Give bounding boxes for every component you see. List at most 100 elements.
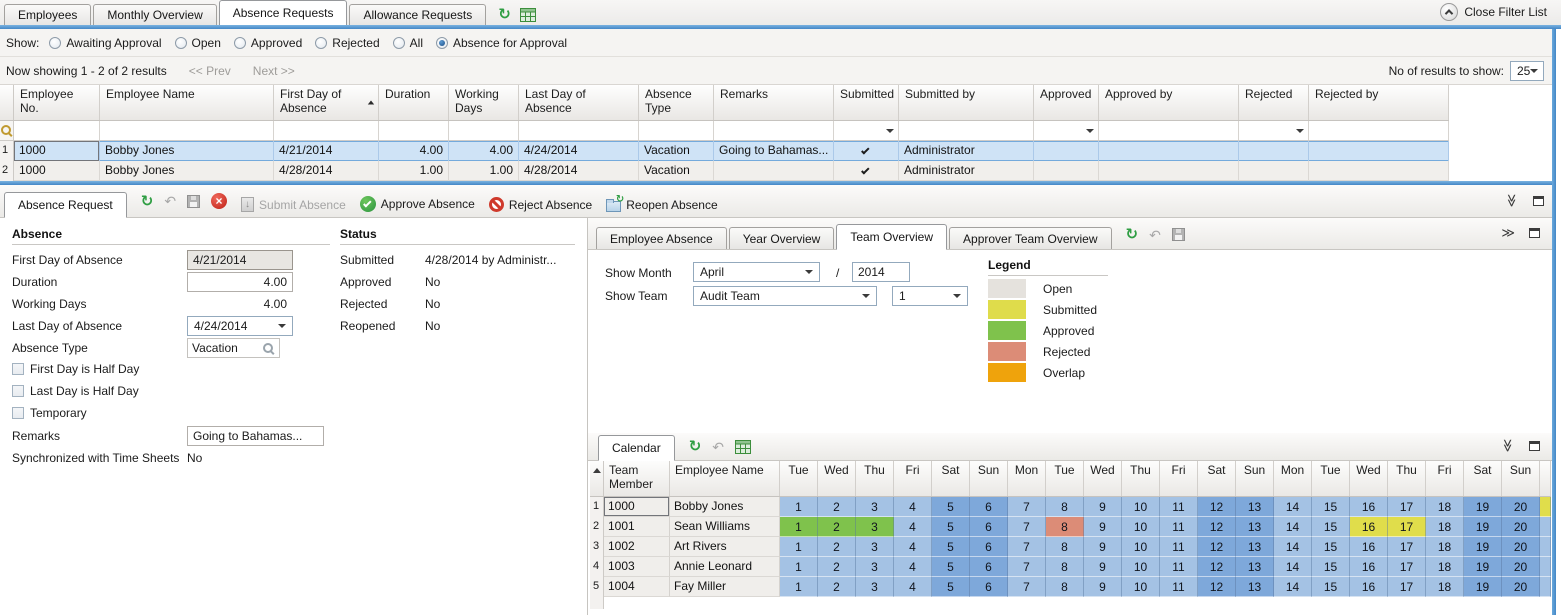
- close-filter-list-button[interactable]: Close Filter List: [1440, 3, 1547, 21]
- refresh-icon[interactable]: ↻: [689, 439, 702, 454]
- grid-view-icon[interactable]: [520, 8, 536, 22]
- column-header-employee-no[interactable]: Employee No.: [14, 85, 100, 120]
- field-absence-type[interactable]: Vacation: [187, 338, 280, 358]
- calendar-row[interactable]: 31002Art Rivers1234567891011121314151617…: [590, 537, 1551, 557]
- filter-cell-working-days[interactable]: [449, 121, 519, 140]
- column-header-team-member[interactable]: Team Member: [604, 461, 670, 496]
- prev-page-link[interactable]: << Prev: [189, 64, 231, 78]
- filter-cell-employee-name[interactable]: [100, 121, 274, 140]
- column-header-submitted[interactable]: Submitted: [834, 85, 899, 120]
- column-header-submitted-by[interactable]: Submitted by: [899, 85, 1034, 120]
- tab-allowance-requests[interactable]: Allowance Requests: [349, 4, 486, 25]
- expand-panel-icon[interactable]: ≫: [1501, 226, 1515, 239]
- day-cell: 9: [1084, 497, 1122, 517]
- show-month-select[interactable]: April: [693, 262, 820, 282]
- calendar-row[interactable]: 41003Annie Leonard1234567891011121314151…: [590, 557, 1551, 577]
- refresh-icon[interactable]: ↻: [498, 7, 511, 22]
- collapse-panel-icon[interactable]: ≫: [1502, 439, 1515, 453]
- calendar-row[interactable]: 51004Fay Miller1234567891011121314151617…: [590, 577, 1551, 597]
- tab-team-overview[interactable]: Team Overview: [836, 224, 947, 250]
- field-last-day-of-absence[interactable]: 4/24/2014: [187, 316, 293, 336]
- column-header-first-day-of-absence[interactable]: First Day of Absence: [274, 85, 379, 120]
- column-header-employee-name[interactable]: Employee Name: [100, 85, 274, 120]
- delete-icon[interactable]: ×: [211, 193, 227, 209]
- filter-cell-approved[interactable]: [1034, 121, 1099, 140]
- tab-year-overview[interactable]: Year Overview: [729, 227, 835, 249]
- reopen-absence-button[interactable]: Reopen Absence: [606, 198, 717, 212]
- tab-monthly-overview[interactable]: Monthly Overview: [93, 4, 216, 25]
- checkbox-temporary[interactable]: Temporary: [12, 406, 87, 420]
- maximize-panel-icon[interactable]: [1529, 441, 1540, 451]
- checkbox-last-day-is-half-day[interactable]: Last Day is Half Day: [12, 384, 139, 398]
- refresh-icon[interactable]: ↻: [1126, 227, 1139, 242]
- grid-row[interactable]: 11000Bobby Jones4/21/20144.004.004/24/20…: [0, 141, 1449, 161]
- column-header-employee-name[interactable]: Employee Name: [670, 461, 780, 496]
- undo-icon[interactable]: ↶: [1149, 228, 1161, 242]
- filter-cell-last-day-of-absence[interactable]: [519, 121, 639, 140]
- checkbox-first-day-is-half-day[interactable]: First Day is Half Day: [12, 362, 139, 376]
- column-header-rejected-by[interactable]: Rejected by: [1309, 85, 1449, 120]
- save-icon[interactable]: [187, 195, 200, 208]
- reject-absence-button[interactable]: Reject Absence: [489, 197, 592, 212]
- refresh-icon[interactable]: ↻: [141, 194, 154, 209]
- column-header-approved[interactable]: Approved: [1034, 85, 1099, 120]
- filter-cell-duration[interactable]: [379, 121, 449, 140]
- filter-cell-submitted-by[interactable]: [899, 121, 1034, 140]
- column-header-absence-type[interactable]: Absence Type: [639, 85, 714, 120]
- day-cell: 11: [1160, 537, 1198, 557]
- tab-absence-requests[interactable]: Absence Requests: [219, 0, 348, 25]
- approve-absence-button[interactable]: Approve Absence: [360, 196, 475, 212]
- calendar-row[interactable]: 21001Sean Williams1234567891011121314151…: [590, 517, 1551, 537]
- cell-team-member: 1004: [604, 577, 670, 597]
- next-page-link[interactable]: Next >>: [253, 64, 295, 78]
- save-icon[interactable]: [1172, 228, 1185, 241]
- tab-employee-absence[interactable]: Employee Absence: [596, 227, 727, 249]
- legend-label: Approved: [1043, 324, 1094, 338]
- radio-option-all[interactable]: All: [393, 36, 423, 50]
- radio-option-open[interactable]: Open: [175, 36, 221, 50]
- chevron-down-icon: [953, 294, 961, 298]
- radio-option-awaiting-approval[interactable]: Awaiting Approval: [49, 36, 161, 50]
- column-header-duration[interactable]: Duration: [379, 85, 449, 120]
- form-row-absence-type: Absence TypeVacation: [12, 338, 577, 358]
- submit-absence-button[interactable]: ↓ Submit Absence: [241, 197, 346, 212]
- filter-cell-approved-by[interactable]: [1099, 121, 1239, 140]
- tab-calendar[interactable]: Calendar: [598, 435, 675, 461]
- filter-cell-first-day-of-absence[interactable]: [274, 121, 379, 140]
- column-header-last-day-of-absence[interactable]: Last Day of Absence: [519, 85, 639, 120]
- tab-employees[interactable]: Employees: [4, 4, 91, 25]
- filter-cell-rejected[interactable]: [1239, 121, 1309, 140]
- calendar-row[interactable]: 11000Bobby Jones123456789101112131415161…: [590, 497, 1551, 517]
- day-cell: 3: [856, 557, 894, 577]
- filter-cell-rejected-by[interactable]: [1309, 121, 1449, 140]
- cell-approved: [1034, 141, 1099, 161]
- filter-cell-remarks[interactable]: [714, 121, 834, 140]
- maximize-panel-icon[interactable]: [1533, 196, 1544, 206]
- filter-cell-absence-type[interactable]: [639, 121, 714, 140]
- field-first-day-of-absence[interactable]: 4/21/2014: [187, 250, 293, 270]
- collapse-panel-icon[interactable]: ≫: [1506, 194, 1519, 208]
- filter-cell-submitted[interactable]: [834, 121, 899, 140]
- filter-cell-employee-no[interactable]: [14, 121, 100, 140]
- tab-approver-team-overview[interactable]: Approver Team Overview: [949, 227, 1112, 249]
- grid-row[interactable]: 21000Bobby Jones4/28/20141.001.004/28/20…: [0, 161, 1449, 181]
- team-number-select[interactable]: 1: [892, 286, 968, 306]
- grid-view-icon[interactable]: [735, 440, 751, 454]
- radio-option-approved[interactable]: Approved: [234, 36, 302, 50]
- search-row-cell[interactable]: [0, 121, 14, 140]
- field-remarks[interactable]: Going to Bahamas...: [187, 426, 324, 446]
- column-header-working-days[interactable]: Working Days: [449, 85, 519, 120]
- maximize-panel-icon[interactable]: [1529, 228, 1540, 238]
- undo-icon[interactable]: ↶: [712, 440, 724, 454]
- undo-icon[interactable]: ↶: [164, 194, 176, 208]
- column-header-approved-by[interactable]: Approved by: [1099, 85, 1239, 120]
- column-header-rejected[interactable]: Rejected: [1239, 85, 1309, 120]
- column-header-remarks[interactable]: Remarks: [714, 85, 834, 120]
- radio-option-rejected[interactable]: Rejected: [315, 36, 379, 50]
- field-duration[interactable]: 4.00: [187, 272, 293, 292]
- page-size-select[interactable]: 25: [1510, 61, 1544, 81]
- tab-absence-request[interactable]: Absence Request: [4, 192, 127, 218]
- year-input[interactable]: 2014: [852, 262, 910, 282]
- show-team-select[interactable]: Audit Team: [693, 286, 877, 306]
- radio-option-absence-for-approval[interactable]: Absence for Approval: [436, 36, 567, 50]
